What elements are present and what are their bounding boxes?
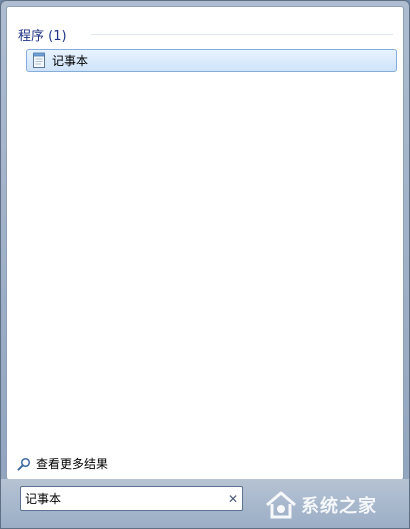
result-item-notepad[interactable]: 记事本	[26, 49, 397, 72]
clear-search-icon[interactable]: ✕	[224, 488, 242, 509]
group-divider	[91, 34, 393, 35]
search-icon	[17, 457, 31, 471]
search-input[interactable]	[21, 488, 224, 509]
start-menu: 程序 (1) 记事本 查看更多结果 ✕	[0, 0, 410, 529]
see-more-results-label: 查看更多结果	[36, 457, 109, 471]
search-results-pane: 程序 (1) 记事本 查看更多结果	[6, 6, 404, 480]
notepad-icon	[33, 52, 45, 68]
result-item-label: 记事本	[52, 54, 89, 68]
see-more-results-link[interactable]: 查看更多结果	[17, 455, 108, 472]
programs-group-header[interactable]: 程序 (1)	[18, 25, 67, 44]
search-box[interactable]: ✕	[20, 486, 243, 511]
